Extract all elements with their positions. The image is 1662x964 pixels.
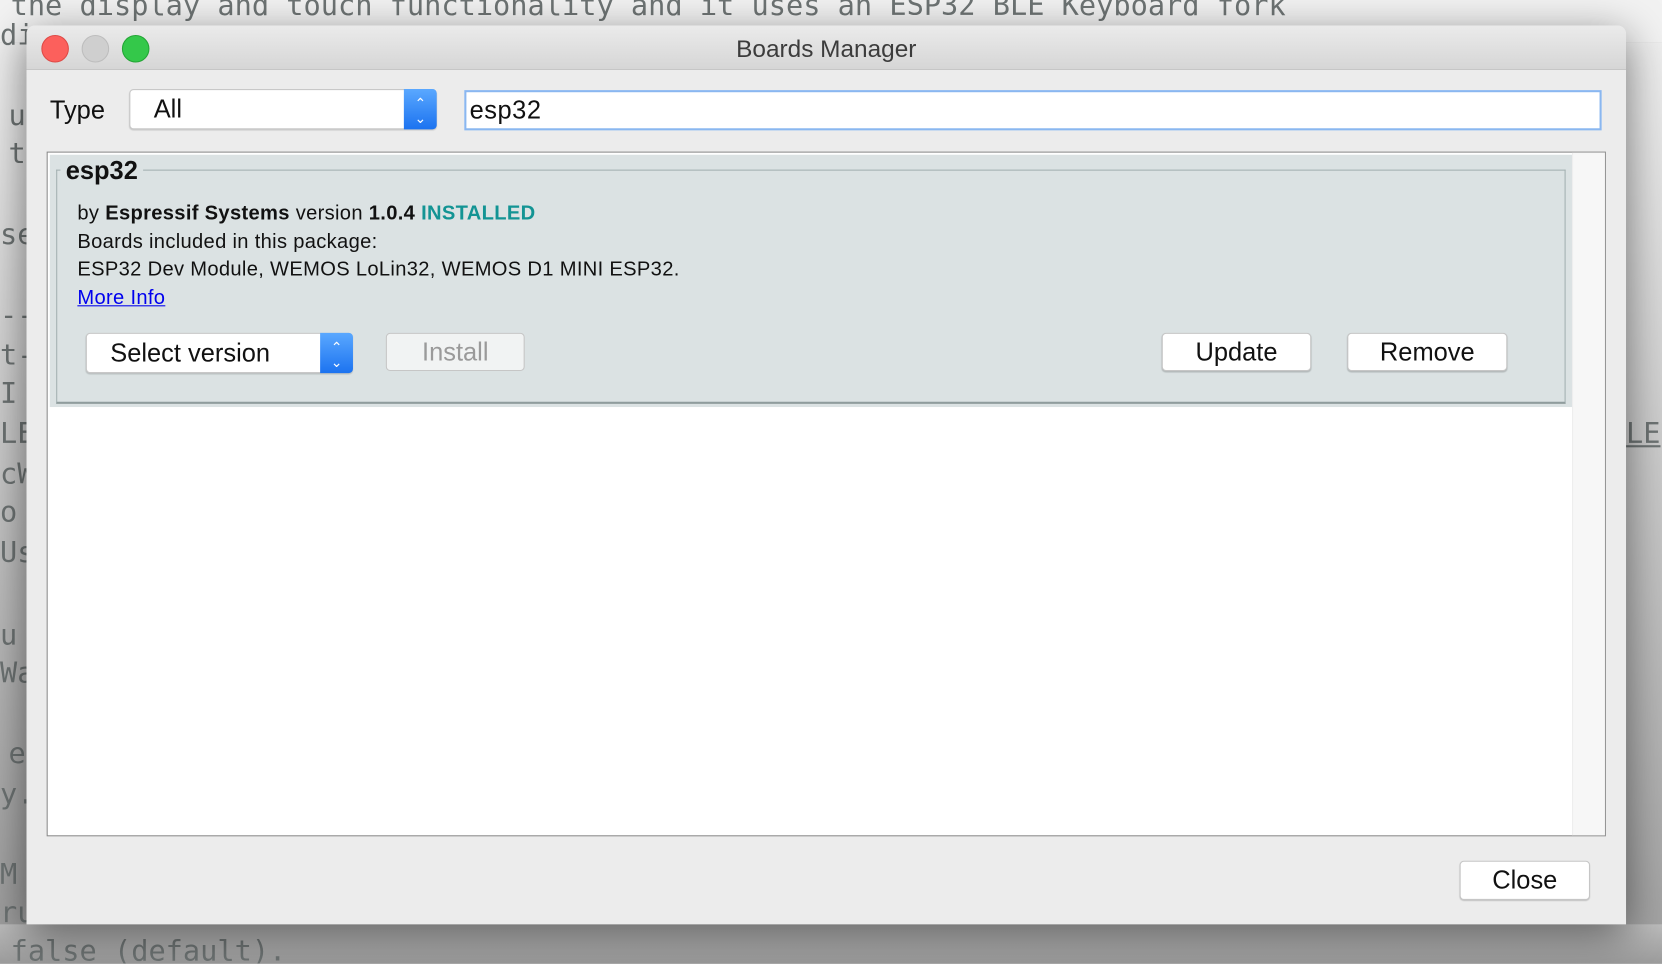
package-item-esp32[interactable]: esp32 by Espressif Systems version 1.0.4… (49, 154, 1572, 408)
version-select[interactable]: Select version ⌃ ⌄ (85, 332, 353, 374)
editor-line: the display and touch functionality and … (10, 0, 1286, 23)
editor-line: false (default). (10, 934, 287, 964)
boards-list: ESP32 Dev Module, WEMOS LoLin32, WEMOS D… (77, 258, 680, 281)
editor-line: M (0, 858, 18, 892)
window-title: Boards Manager (736, 34, 917, 63)
editor-line: e (8, 737, 26, 771)
installed-badge: INSTALLED (421, 202, 536, 225)
type-select[interactable]: All ⌃ ⌄ (129, 89, 437, 130)
update-button[interactable]: Update (1161, 332, 1312, 371)
editor-line: u (8, 99, 26, 133)
package-version: 1.0.4 (368, 202, 416, 225)
editor-line: LE (1626, 417, 1661, 451)
type-label: Type (49, 96, 105, 126)
boards-manager-dialog: Boards Manager Type All ⌃ ⌄ esp32 esp32 b… (26, 25, 1627, 925)
scrollbar[interactable] (1571, 152, 1605, 836)
install-button[interactable]: Install (385, 332, 525, 371)
package-list: esp32 by Espressif Systems version 1.0.4… (46, 151, 1606, 837)
updown-chevron-icon: ⌃ ⌄ (403, 89, 437, 130)
editor-background-right (1626, 42, 1662, 964)
editor-line: I (0, 377, 18, 411)
updown-chevron-icon: ⌃ ⌄ (320, 332, 353, 374)
type-select-value: All (153, 95, 182, 125)
boards-label: Boards included in this package: (77, 231, 378, 254)
by-label: by (77, 202, 100, 225)
version-select-value: Select version (110, 339, 271, 368)
editor-line: t (8, 137, 26, 171)
close-button[interactable]: Close (1459, 860, 1590, 900)
editor-line: o (0, 496, 18, 529)
package-meta: by Espressif Systems version 1.0.4 INSTA… (77, 202, 535, 225)
package-author: Espressif Systems (105, 202, 290, 225)
editor-line: u (0, 619, 18, 652)
package-name: esp32 (60, 156, 144, 187)
search-input[interactable]: esp32 (464, 90, 1602, 131)
remove-button[interactable]: Remove (1347, 332, 1508, 371)
title-bar: Boards Manager (26, 25, 1627, 70)
version-label: version (295, 202, 363, 225)
more-info-link[interactable]: More Info (77, 287, 165, 310)
